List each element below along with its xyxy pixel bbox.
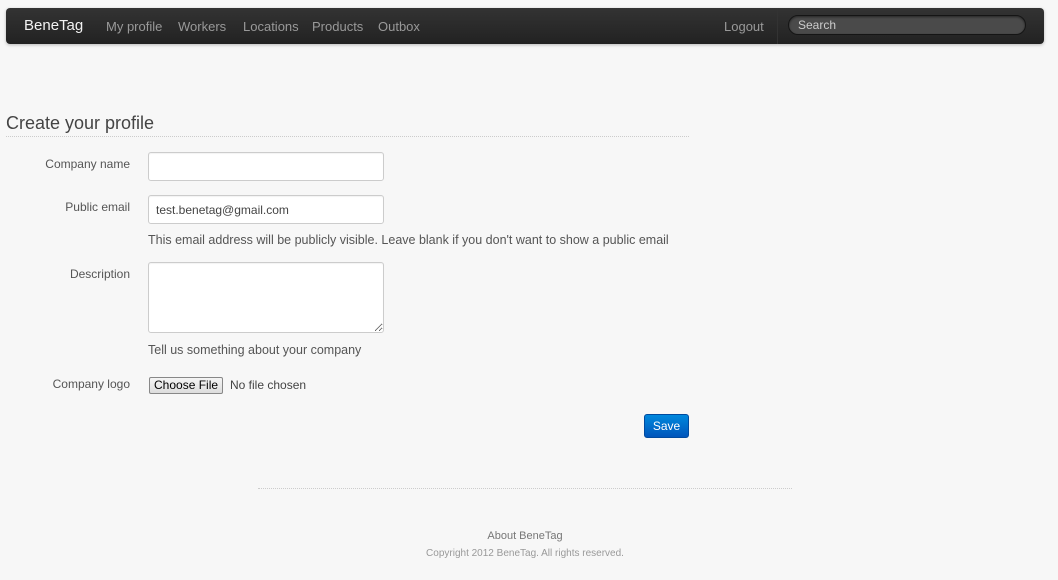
- search-box: [788, 15, 1026, 35]
- nav-divider: [777, 8, 778, 44]
- brand-link[interactable]: BeneTag: [24, 17, 83, 34]
- file-status: No file chosen: [230, 378, 307, 392]
- description-label: Description: [69, 267, 130, 281]
- nav-products[interactable]: Products: [312, 19, 363, 34]
- description-textarea[interactable]: [148, 262, 384, 333]
- page-title: Create your profile: [6, 113, 155, 133]
- public-email-input[interactable]: [148, 195, 384, 224]
- company-logo-label: Company logo: [52, 377, 130, 391]
- footer-copyright: Copyright 2012 BeneTag. All rights reser…: [426, 548, 624, 559]
- footer-about-link[interactable]: About BeneTag: [0, 530, 1050, 542]
- company-name-label: Company name: [45, 157, 130, 171]
- footer-divider: [258, 488, 792, 489]
- nav-my-profile[interactable]: My profile: [106, 19, 162, 34]
- company-name-input[interactable]: [148, 152, 384, 181]
- choose-file-button[interactable]: Choose File: [149, 377, 224, 394]
- nav-locations[interactable]: Locations: [243, 19, 299, 34]
- save-button[interactable]: Save: [644, 414, 689, 438]
- top-navbar: BeneTag My profile Workers Locations Pro…: [6, 8, 1044, 44]
- public-email-help: This email address will be publicly visi…: [148, 233, 669, 247]
- description-help: Tell us something about your company: [148, 343, 362, 357]
- title-divider: [6, 136, 689, 137]
- nav-workers[interactable]: Workers: [178, 19, 226, 34]
- public-email-label: Public email: [65, 200, 130, 214]
- nav-outbox[interactable]: Outbox: [378, 19, 420, 34]
- nav-logout[interactable]: Logout: [724, 19, 764, 34]
- search-input[interactable]: [789, 16, 1025, 34]
